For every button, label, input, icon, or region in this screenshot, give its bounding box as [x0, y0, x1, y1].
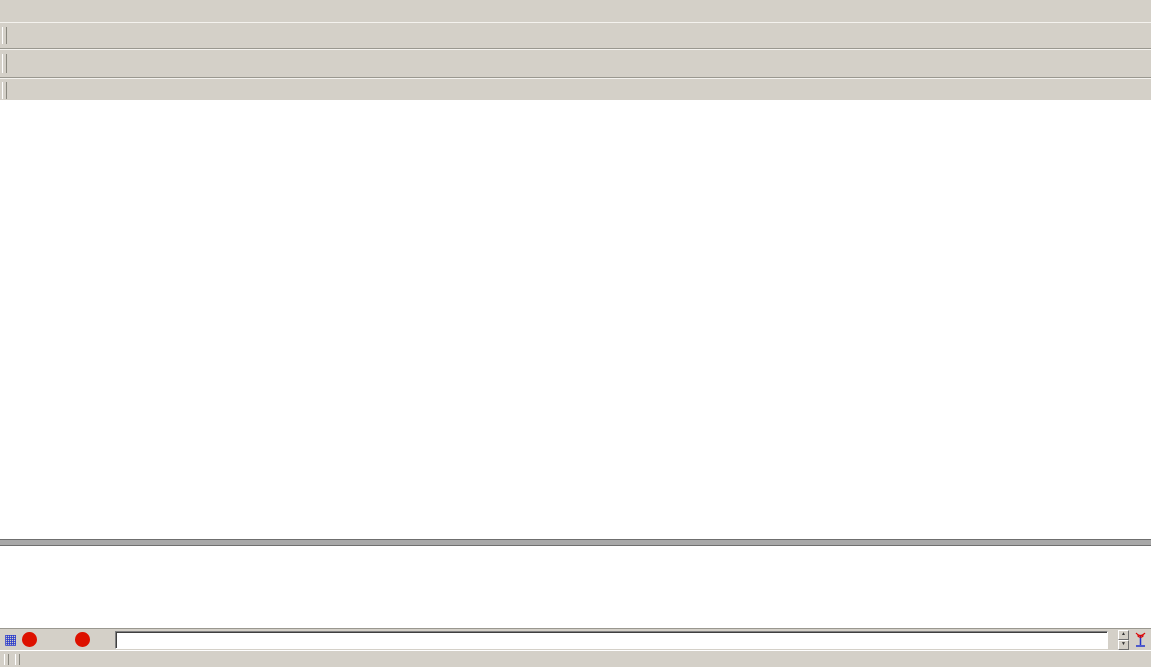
toolbar-grip[interactable] — [2, 82, 7, 98]
statusbar-grip[interactable] — [15, 654, 20, 665]
index-status-bar: ▦ ▲▼ — [0, 628, 1151, 650]
toolbar-tools — [0, 49, 1151, 78]
panel-tab-fragment[interactable] — [1, 527, 41, 538]
chart-area — [0, 100, 1151, 628]
spinner-control[interactable]: ▲▼ — [1118, 630, 1129, 650]
app-window: ▦ ▲▼ — [0, 0, 1151, 667]
panel-splitter[interactable] — [0, 539, 1151, 546]
shenzhen-badge — [75, 632, 90, 647]
shanghai-badge — [22, 632, 37, 647]
detail-status-bar — [0, 650, 1151, 667]
panel-tab-fragment[interactable] — [1, 546, 41, 557]
menu-bar — [0, 0, 1151, 22]
stock-code-input[interactable] — [115, 631, 1108, 649]
quote-table-icon[interactable]: ▦ — [4, 631, 17, 648]
toolbar-main — [0, 22, 1151, 49]
toolbar-grip[interactable] — [2, 27, 7, 45]
chart-canvas[interactable] — [0, 100, 1151, 628]
antenna-icon — [1134, 632, 1147, 647]
toolbar-grip[interactable] — [2, 54, 7, 73]
statusbar-grip[interactable] — [4, 654, 9, 665]
